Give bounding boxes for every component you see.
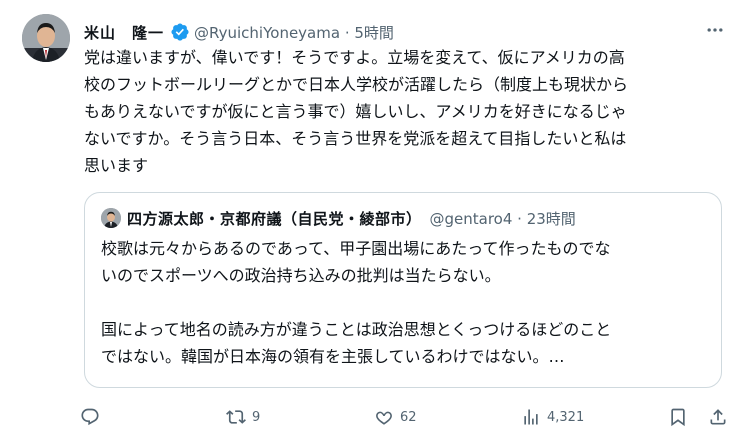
- quoted-tweet[interactable]: 四方源太郎・京都府議（自民党・綾部市） @gentaro4 · 23時間 校歌は…: [84, 192, 722, 388]
- quoted-author-handle-time: @gentaro4 · 23時間: [429, 209, 576, 228]
- views-button[interactable]: 4,321: [521, 402, 584, 432]
- retweet-button[interactable]: 9: [226, 402, 260, 432]
- quoted-author-name: 四方源太郎・京都府議（自民党・綾部市）: [127, 209, 422, 228]
- reply-button[interactable]: [80, 402, 106, 432]
- view-count: 4,321: [547, 409, 585, 425]
- quoted-author-avatar: [101, 208, 121, 228]
- quoted-tweet-text: 校歌は元々からあるのであって、甲子園出場にあたって作ったものでな いのでスポーツ…: [101, 239, 612, 366]
- author-handle-time[interactable]: @RyuichiYoneyama · 5時間: [194, 22, 394, 43]
- share-button[interactable]: [708, 402, 728, 432]
- tweet-actions: 9 62 4,321: [80, 402, 730, 432]
- more-icon: [707, 28, 723, 32]
- share-icon: [710, 409, 726, 425]
- tweet-text: 党は違いますが、偉いです！そうですよ。立場を変えて、仮にアメリカの高 校のフット…: [84, 48, 629, 175]
- tweet-header: 米山 隆一 @RyuichiYoneyama · 5時間: [84, 20, 394, 44]
- quoted-tweet-header: 四方源太郎・京都府議（自民党・綾部市） @gentaro4 · 23時間: [101, 207, 576, 229]
- more-button[interactable]: [703, 18, 727, 42]
- bookmark-icon: [671, 408, 685, 427]
- bookmark-button[interactable]: [668, 402, 688, 432]
- like-icon: [376, 411, 392, 425]
- reply-icon: [81, 408, 99, 426]
- author-avatar-image: [22, 14, 70, 62]
- retweet-icon: [226, 410, 246, 424]
- views-icon: [524, 409, 538, 425]
- author-avatar[interactable]: [22, 14, 70, 62]
- like-button[interactable]: 62: [374, 402, 417, 432]
- verified-badge-icon: [170, 22, 190, 42]
- author-name[interactable]: 米山 隆一: [84, 22, 164, 43]
- retweet-count: 9: [252, 409, 261, 425]
- like-count: 62: [400, 409, 417, 425]
